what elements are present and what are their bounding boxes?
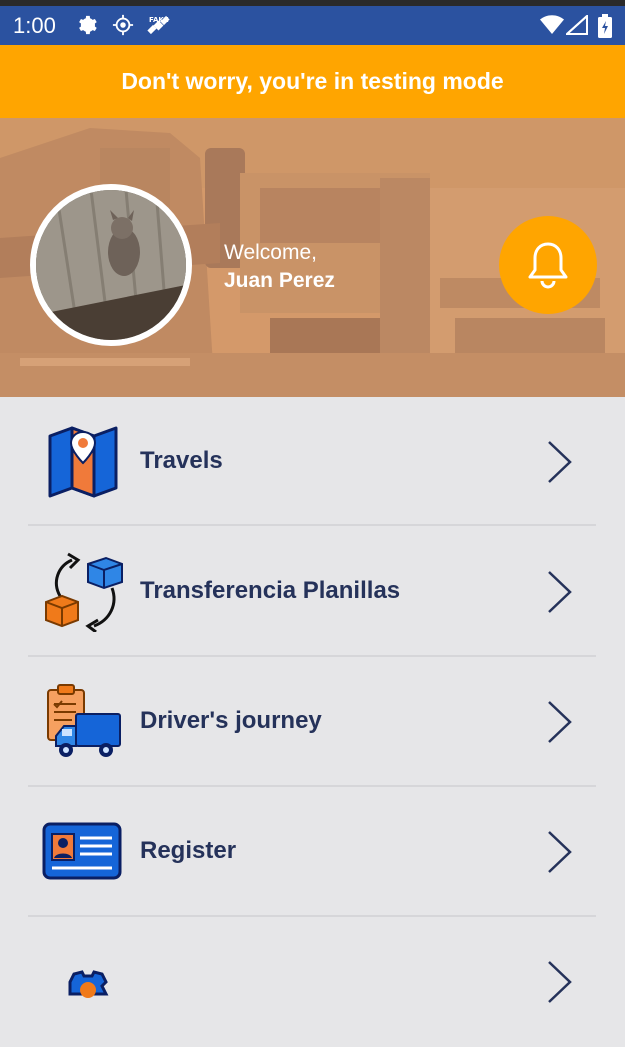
clipboard-truck-icon (47, 684, 121, 757)
box-transfer-icon (45, 552, 123, 632)
chevron-right-icon (548, 961, 572, 1003)
chevron-right-icon (548, 441, 572, 483)
settings-gear-icon (68, 970, 109, 998)
menu-item-label: Travels (140, 447, 223, 474)
chevron-right-icon (548, 701, 572, 743)
menu-divider (28, 524, 596, 526)
menu-item-settings[interactable] (0, 917, 625, 1047)
avatar-photo (36, 190, 186, 340)
satellite-icon: FAKE (146, 14, 172, 43)
signal-icon (564, 13, 588, 40)
map-pin-icon (48, 426, 118, 498)
banner-text: Don't worry, you're in testing mode (121, 68, 504, 94)
status-time: 1:00 (13, 13, 56, 38)
location-target-icon (112, 14, 134, 41)
menu-item-transferencia-planillas[interactable]: Transferencia Planillas (0, 527, 625, 657)
menu-item-travels[interactable]: Travels (0, 397, 625, 527)
menu-item-register[interactable]: Register (0, 787, 625, 917)
bell-icon (528, 242, 568, 289)
wifi-icon (540, 15, 564, 40)
svg-text:FAKE: FAKE (149, 16, 169, 24)
battery-icon (598, 14, 612, 43)
notifications-button[interactable] (499, 216, 597, 314)
profile-avatar[interactable] (30, 184, 192, 346)
menu-item-drivers-journey[interactable]: Driver's journey (0, 657, 625, 787)
status-bar: 1:00 FAKE (0, 6, 625, 45)
chevron-right-icon (548, 571, 572, 613)
welcome-greeting: Welcome, (224, 241, 317, 264)
id-card-icon (42, 822, 122, 880)
menu-item-label: Register (140, 837, 237, 864)
chevron-right-icon (548, 831, 572, 873)
welcome-block: Welcome, Juan Perez (224, 239, 335, 295)
user-name: Juan Perez (224, 269, 335, 292)
menu-item-label: Transferencia Planillas (140, 577, 401, 604)
testing-mode-banner: Don't worry, you're in testing mode (0, 45, 625, 118)
menu-item-label: Driver's journey (140, 707, 322, 734)
profile-header: Welcome, Juan Perez (0, 118, 625, 397)
gear-icon (76, 14, 98, 41)
